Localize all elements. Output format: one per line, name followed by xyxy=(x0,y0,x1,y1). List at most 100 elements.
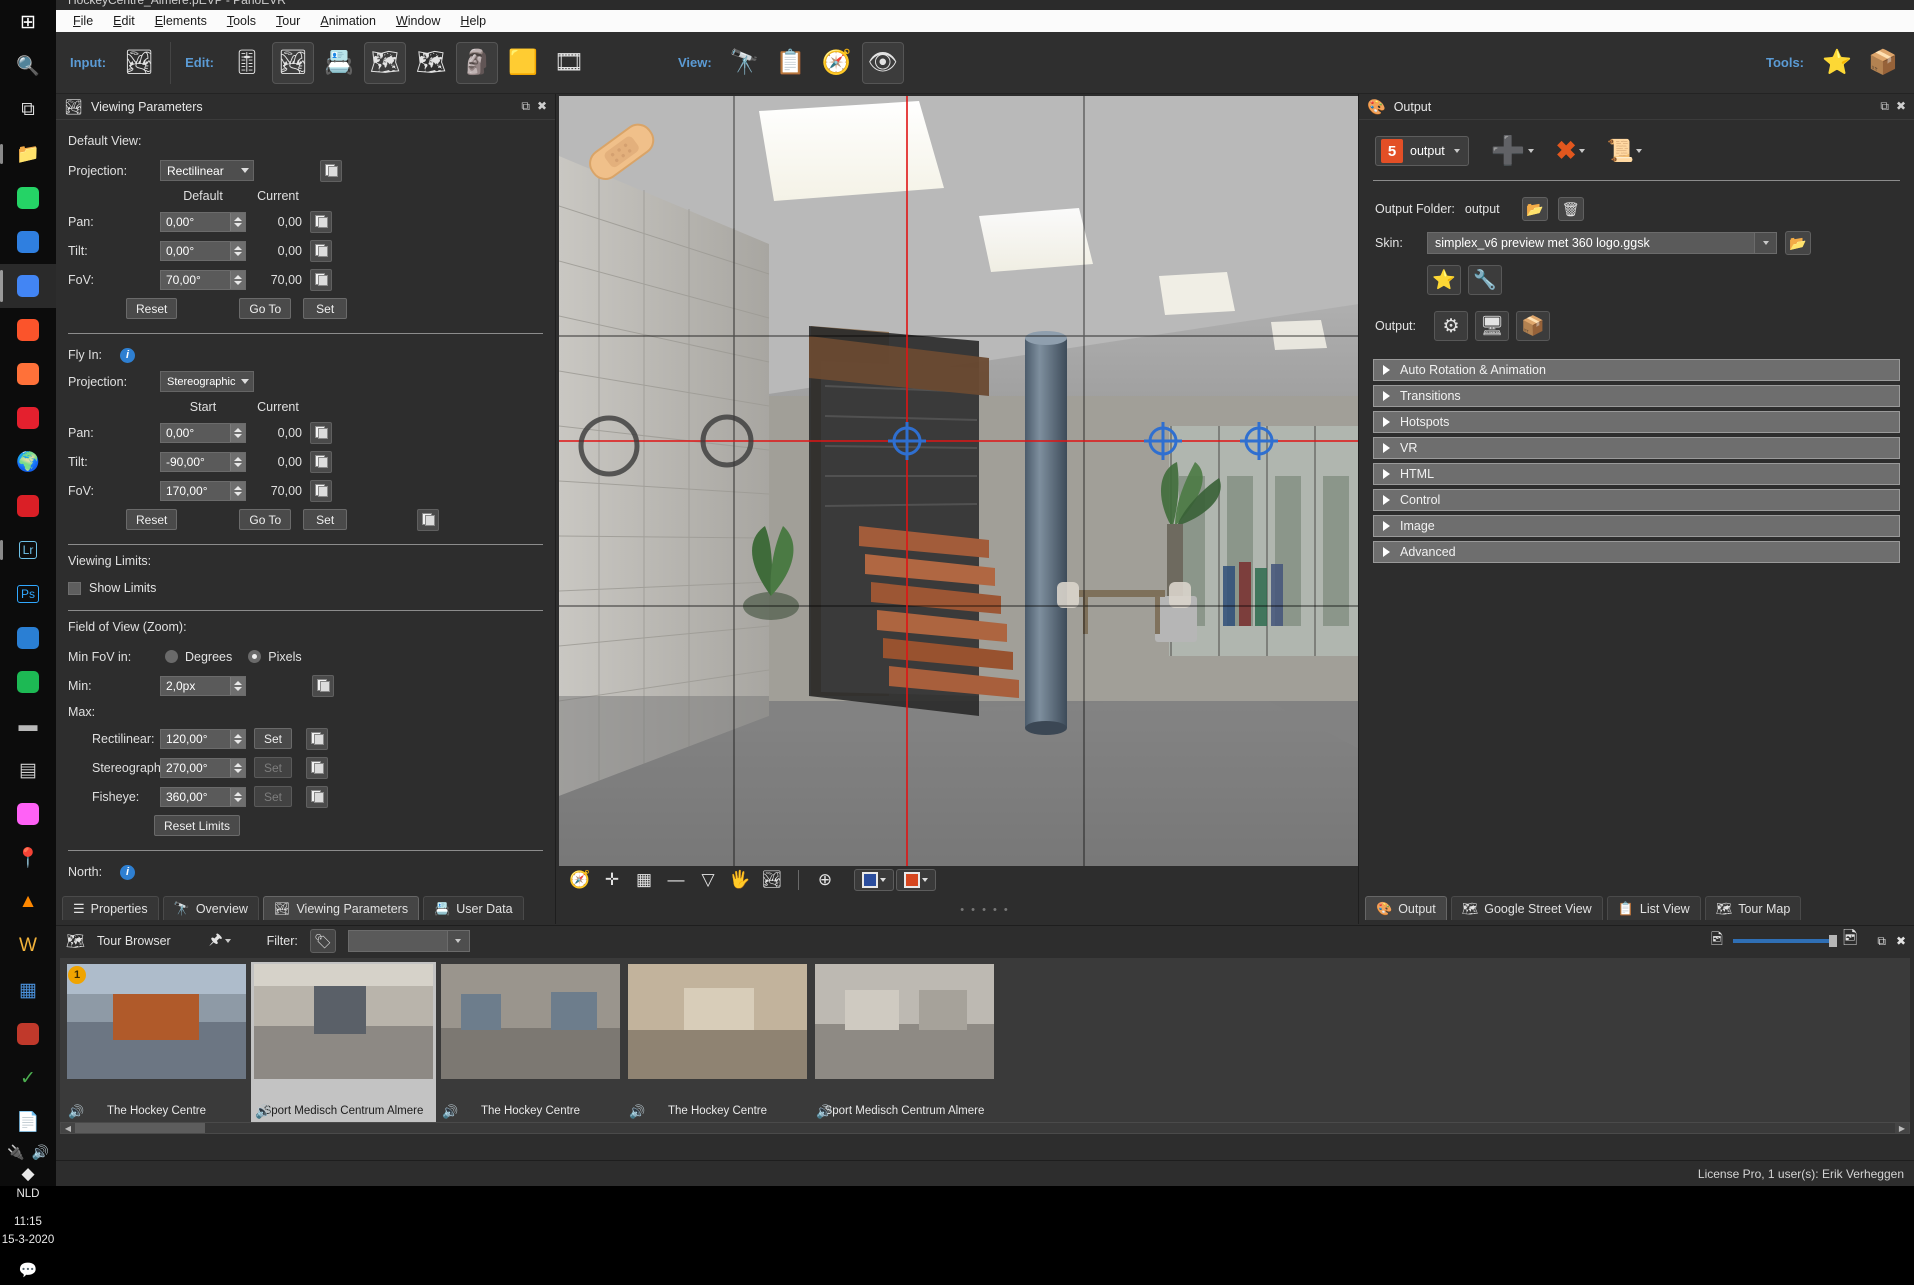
skin-star-icon[interactable]: ⭐ xyxy=(1816,42,1858,84)
info-icon-north[interactable]: i xyxy=(120,864,135,880)
filter-icon[interactable]: ▽ xyxy=(693,868,723,892)
level-icon[interactable]: ― xyxy=(661,868,691,892)
default-view-stepper-0[interactable] xyxy=(230,212,245,231)
adobe-xd-icon[interactable] xyxy=(0,792,56,836)
min-fov-stepper[interactable] xyxy=(230,676,245,695)
opera-icon[interactable] xyxy=(0,396,56,440)
remote-icon[interactable] xyxy=(0,1012,56,1056)
settings-gear-icon[interactable]: ⚙ xyxy=(1434,311,1468,341)
chrome-icon[interactable] xyxy=(0,264,56,308)
fly-in-input-0[interactable] xyxy=(160,422,246,443)
package-icon[interactable]: 📦 xyxy=(1516,311,1550,341)
max-fov-copy-0[interactable] xyxy=(306,727,329,750)
close-icon[interactable]: ✖ xyxy=(537,99,547,114)
tab-google-street-view[interactable]: 🗺 Google Street View xyxy=(1450,896,1603,920)
filter-input[interactable] xyxy=(347,930,448,952)
undock-icon[interactable]: ⧉ xyxy=(521,99,530,114)
reset-limits-button[interactable]: Reset Limits xyxy=(154,815,241,836)
fly-in-value-2[interactable] xyxy=(161,483,229,498)
compass-icon[interactable]: 🧭 xyxy=(816,42,858,84)
default-view-value-2[interactable] xyxy=(161,272,229,287)
skin-tools-icon[interactable]: 🔧 xyxy=(1468,265,1502,295)
blue-swatch[interactable] xyxy=(854,869,894,891)
tab-user-data[interactable]: 📇 User Data xyxy=(423,896,524,920)
max-fov-set-0[interactable]: Set xyxy=(254,728,293,749)
max-fov-value-1[interactable] xyxy=(161,760,229,775)
search-icon[interactable]: 🔍 xyxy=(0,44,56,88)
min-fov-input[interactable] xyxy=(160,675,246,696)
panorama-viewer[interactable] xyxy=(559,96,1411,866)
filter-dropdown-icon[interactable] xyxy=(447,930,470,952)
monitor-icon[interactable]: ▬ xyxy=(0,704,56,748)
scroll-left-icon[interactable]: ◀ xyxy=(61,1123,75,1133)
skin-select[interactable]: simplex_v6 preview met 360 logo.ggsk xyxy=(1427,232,1777,254)
menu-tour[interactable]: Tour xyxy=(267,12,309,30)
dropbox-icon[interactable]: ◆ xyxy=(21,1164,34,1184)
flyin-projection-select[interactable]: Stereographic xyxy=(160,371,254,392)
pixels-radio[interactable]: Pixels xyxy=(248,650,302,664)
edit-skin-icon[interactable]: ⭐ xyxy=(1427,265,1461,295)
thumbnail-image[interactable] xyxy=(67,964,246,1079)
tab-output[interactable]: 🎨 Output xyxy=(1365,896,1447,920)
start-icon[interactable]: ⊞ xyxy=(0,0,56,44)
notification-icon[interactable]: 💬 xyxy=(19,1261,38,1279)
menu-window[interactable]: Window xyxy=(387,12,449,30)
spotify-icon[interactable] xyxy=(0,660,56,704)
viewer-toolbar[interactable]: 🧭 ✛ ▦ ― ▽ 🖐 🏞 ⊕ xyxy=(557,866,1413,894)
max-fov-input-0[interactable] xyxy=(160,728,246,749)
system-tray[interactable]: 🔌 🔊 ◆ NLD 11:15 15-3-2020 💬 xyxy=(0,1144,56,1285)
fly-in-copy-2[interactable] xyxy=(310,479,332,502)
preview-icon[interactable]: 🖥 xyxy=(1475,311,1509,341)
default-view-value-1[interactable] xyxy=(161,243,229,258)
flyin-goto-button[interactable]: Go To xyxy=(239,509,292,530)
section-advanced[interactable]: Advanced xyxy=(1373,541,1900,563)
excel-icon[interactable]: ▦ xyxy=(0,968,56,1012)
title-bar[interactable]: HockeyCentre_Almere.pEVP - PanoEVR xyxy=(56,0,1914,10)
whatsapp-icon[interactable] xyxy=(0,176,56,220)
menu-edit[interactable]: Edit xyxy=(104,12,144,30)
section-image[interactable]: Image xyxy=(1373,515,1900,537)
visibility-icon[interactable]: 👁 xyxy=(861,41,904,84)
panorama-image[interactable] xyxy=(559,96,1411,866)
stamp-icon[interactable]: 🖈 xyxy=(209,929,231,954)
target-icon[interactable]: ⊕ xyxy=(810,868,840,892)
tour-thumbnail-strip[interactable]: 1 🔊 The Hockey Centre 🔊 Sport Medisch Centru… xyxy=(60,958,1910,1130)
thumbnail-size-slider[interactable] xyxy=(1732,935,1837,947)
speaker-icon[interactable]: 🔊 xyxy=(816,1104,832,1120)
tab-tour-map[interactable]: 🗺 Tour Map xyxy=(1704,896,1802,920)
tray-clock-date[interactable]: 15-3-2020 xyxy=(2,1233,54,1248)
default-view-value-0[interactable] xyxy=(161,214,229,229)
default-projection-select[interactable]: Rectilinear xyxy=(160,160,254,181)
small-thumb-icon[interactable]: 🖻 xyxy=(1711,929,1723,954)
globe-icon[interactable]: 🌍 xyxy=(0,440,56,484)
output-type-select[interactable]: 5 output xyxy=(1375,136,1469,166)
close-icon[interactable]: ✖ xyxy=(1896,934,1906,948)
crosshair-icon[interactable]: ✛ xyxy=(597,868,627,892)
thumbnail-image[interactable] xyxy=(628,964,807,1079)
section-control[interactable]: Control xyxy=(1373,489,1900,511)
red-swatch[interactable] xyxy=(896,869,936,891)
default-view-stepper-2[interactable] xyxy=(230,270,245,289)
tour-thumbnail[interactable]: 🔊 Sport Medisch Centrum Almere xyxy=(251,962,436,1122)
max-fov-input-2[interactable] xyxy=(160,786,246,807)
default-set-button[interactable]: Set xyxy=(303,298,348,319)
section-transitions[interactable]: Transitions xyxy=(1373,385,1900,407)
ps-express-icon[interactable] xyxy=(0,616,56,660)
vlc-icon[interactable]: ▲ xyxy=(0,880,56,924)
tour-browser-scrollbar[interactable]: ◀ ▶ xyxy=(60,1122,1910,1134)
menu-help[interactable]: Help xyxy=(451,12,495,30)
default-view-copy-0[interactable] xyxy=(310,210,332,233)
menu-bar[interactable]: File Edit Elements Tools Tour Animation Window… xyxy=(56,10,1914,32)
undock-icon[interactable]: ⧉ xyxy=(1877,934,1886,949)
tray-language[interactable]: NLD xyxy=(16,1187,39,1202)
lightroom-icon[interactable]: Lr xyxy=(0,528,56,572)
flyin-set-button[interactable]: Set xyxy=(303,509,348,530)
binoculars-icon[interactable]: 🔭 xyxy=(724,42,766,84)
tour-thumbnail[interactable]: 🔊 Sport Medisch Centrum Almere xyxy=(812,962,997,1122)
min-fov-value[interactable] xyxy=(161,678,229,693)
default-reset-button[interactable]: Reset xyxy=(126,298,178,319)
max-fov-copy-2[interactable] xyxy=(306,785,329,808)
tour-thumbnail[interactable]: 🔊 The Hockey Centre xyxy=(438,962,623,1122)
max-fov-value-2[interactable] xyxy=(161,789,229,804)
degrees-radio[interactable]: Degrees xyxy=(165,650,232,664)
